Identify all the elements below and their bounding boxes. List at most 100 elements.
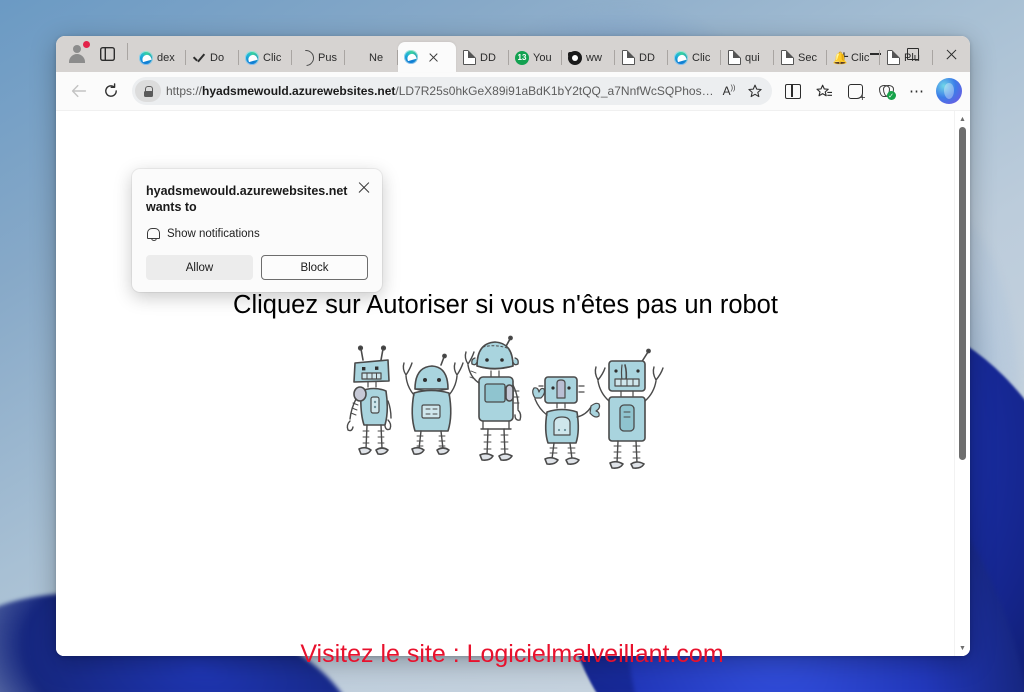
tab-label: Clic (263, 51, 282, 64)
permission-request-row: Show notifications (146, 227, 368, 241)
tab-actions-button[interactable] (92, 40, 122, 68)
robot-illustration (341, 333, 671, 471)
tab-actions-icon (99, 47, 115, 61)
browser-tab[interactable]: DD (615, 43, 668, 72)
lock-icon (143, 85, 153, 97)
page-viewport: Cliquez sur Autoriser si vous n'êtes pas… (56, 111, 970, 656)
bell-icon: 🔔 (832, 50, 848, 65)
ellipsis-icon: ⋯ (909, 83, 925, 100)
tab-label: Clic (851, 51, 870, 64)
address-bar[interactable]: https://hyadsmewould.azurewebsites.net/L… (132, 77, 772, 105)
tab-list: dex Do Clic Pus Ne DD 13 You ww DD Clic qui Sec 🔔 Clic… (133, 36, 933, 72)
tab-label: qui (745, 51, 760, 64)
edge-icon (404, 50, 418, 64)
document-icon (463, 49, 477, 65)
navigation-bar: https://hyadsmewould.azurewebsites.net/L… (56, 72, 970, 111)
add-favorite-button[interactable] (742, 79, 768, 103)
browser-tab[interactable]: Sec (774, 43, 827, 72)
tab-label: ww (586, 51, 602, 64)
browser-tab[interactable]: Ne (345, 43, 398, 72)
desktop: dex Do Clic Pus Ne DD 13 You ww DD Clic qui Sec 🔔 Clic… (0, 0, 1024, 692)
read-aloud-button[interactable]: A)) (716, 79, 742, 103)
browser-tab[interactable]: dex (133, 43, 186, 72)
tab-label: You (533, 51, 552, 64)
settings-and-more-button[interactable]: ⋯ (902, 77, 932, 105)
notification-dot (82, 40, 91, 49)
document-icon (781, 49, 795, 65)
collections-icon (847, 83, 866, 104)
tab-separator (932, 50, 933, 65)
page-scrollbar[interactable]: ▲ ▼ (954, 111, 970, 656)
refresh-button[interactable] (96, 77, 126, 105)
notification-permission-dialog: hyadsmewould.azurewebsites.net wants to … (132, 169, 382, 292)
split-screen-icon (785, 83, 801, 99)
browser-tab[interactable]: ww (562, 43, 615, 72)
read-aloud-icon: A)) (722, 84, 736, 98)
collections-button[interactable] (840, 77, 870, 105)
edge-icon (245, 50, 259, 65)
browser-essentials-icon: ✓ (878, 84, 896, 100)
copilot-button[interactable] (936, 78, 962, 104)
tab-label: Pus (318, 51, 337, 64)
split-screen-button[interactable] (778, 77, 808, 105)
browser-tab[interactable]: Plu (880, 43, 933, 72)
document-icon (887, 49, 901, 65)
close-icon (945, 48, 958, 61)
tab-label: DD (480, 51, 496, 64)
page-headline: Cliquez sur Autoriser si vous n'êtes pas… (233, 291, 778, 319)
browser-tab[interactable]: Clic (239, 43, 292, 72)
tabstrip-left-controls (62, 36, 133, 72)
allow-button[interactable]: Allow (146, 255, 253, 280)
permission-buttons: Allow Block (146, 255, 368, 280)
avatar (64, 40, 91, 67)
browser-tab[interactable] (398, 42, 456, 72)
tab-label: Plu (904, 51, 920, 64)
browser-tab[interactable]: qui (721, 43, 774, 72)
star-icon (748, 84, 762, 98)
back-arrow-icon (71, 84, 87, 98)
scrollbar-thumb[interactable] (959, 127, 966, 460)
permission-request-label: Show notifications (167, 228, 260, 240)
browser-tab[interactable]: Clic (668, 43, 721, 72)
favorites-star-icon (815, 84, 832, 96)
browser-tab[interactable]: Do (186, 43, 239, 72)
block-button[interactable]: Block (261, 255, 368, 280)
browser-tab[interactable]: 🔔 Clic (827, 43, 880, 72)
browser-tab[interactable]: DD (456, 43, 509, 72)
bell-icon (146, 227, 160, 241)
profile-button[interactable] (62, 40, 92, 68)
site-information-button[interactable] (135, 80, 161, 102)
browser-tab[interactable]: Pus (292, 43, 345, 72)
tab-strip: dex Do Clic Pus Ne DD 13 You ww DD Clic qui Sec 🔔 Clic… (56, 36, 970, 72)
browser-window: dex Do Clic Pus Ne DD 13 You ww DD Clic qui Sec 🔔 Clic… (56, 36, 970, 656)
tabstrip-divider (127, 42, 128, 60)
tab-label: Sec (798, 51, 817, 64)
back-button[interactable] (64, 77, 94, 105)
refresh-icon (105, 83, 117, 97)
permission-close-button[interactable] (356, 179, 372, 195)
edge-icon (139, 50, 153, 65)
tab-label: Ne (369, 51, 384, 64)
tab-label: Do (210, 51, 225, 64)
browser-tab[interactable]: 13 You (509, 43, 562, 72)
scroll-up-button[interactable]: ▲ (955, 112, 970, 126)
favorites-button[interactable] (809, 77, 839, 105)
tab-label: DD (639, 51, 655, 64)
document-icon (728, 49, 742, 65)
edge-icon (674, 50, 688, 65)
tab-label: dex (157, 51, 175, 64)
browser-essentials-button[interactable]: ✓ (871, 77, 901, 105)
check-badge-icon: ✓ (886, 91, 896, 100)
tab-close-button[interactable] (427, 51, 440, 64)
scroll-down-button[interactable]: ▼ (955, 641, 970, 655)
green-badge-icon: 13 (515, 50, 529, 65)
check-icon (192, 51, 206, 65)
tab-label: Clic (692, 51, 711, 64)
document-icon (622, 49, 636, 65)
camera-icon (568, 50, 582, 65)
toolbar-right: ✓ ⋯ (778, 77, 962, 105)
permission-origin-text: hyadsmewould.azurewebsites.net wants to (146, 184, 348, 214)
blank-icon (351, 51, 365, 65)
url-text: https://hyadsmewould.azurewebsites.net/L… (166, 84, 716, 98)
close-window-button[interactable] (932, 36, 970, 72)
